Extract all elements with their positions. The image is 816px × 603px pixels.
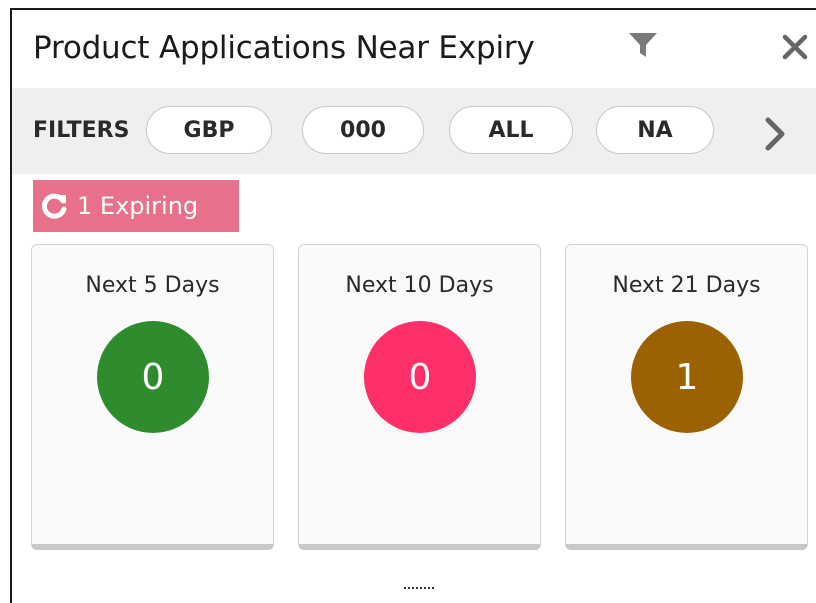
filter-bar: FILTERS GBP 000 ALL NA xyxy=(12,88,816,174)
filter-pill-branch[interactable]: 000 xyxy=(302,106,424,154)
expiry-widget: Product Applications Near Expiry FILTERS… xyxy=(10,8,816,603)
widget-title: Product Applications Near Expiry xyxy=(33,30,535,66)
expiry-card-10-days[interactable]: Next 10 Days 0 xyxy=(298,244,541,550)
filter-pill-all[interactable]: ALL xyxy=(449,106,573,154)
expiry-card-5-days[interactable]: Next 5 Days 0 xyxy=(31,244,274,550)
widget-header: Product Applications Near Expiry xyxy=(12,10,816,88)
expiry-card-21-days[interactable]: Next 21 Days 1 xyxy=(565,244,808,550)
filter-icon[interactable] xyxy=(626,30,660,60)
expiring-count-label: 1 Expiring xyxy=(77,192,199,220)
count-circle[interactable]: 0 xyxy=(364,321,476,433)
filters-label: FILTERS xyxy=(33,118,130,143)
card-label: Next 21 Days xyxy=(612,273,761,298)
more-dots-icon[interactable] xyxy=(402,578,436,589)
count-circle[interactable]: 1 xyxy=(631,321,743,433)
expiring-badge[interactable]: 1 Expiring xyxy=(33,180,239,232)
filter-pill-currency[interactable]: GBP xyxy=(146,106,272,154)
card-label: Next 5 Days xyxy=(85,273,220,298)
refresh-icon xyxy=(41,192,69,220)
card-label: Next 10 Days xyxy=(345,273,494,298)
filter-pill-na[interactable]: NA xyxy=(596,106,714,154)
count-circle[interactable]: 0 xyxy=(97,321,209,433)
close-icon[interactable] xyxy=(780,32,810,62)
chevron-right-icon[interactable] xyxy=(762,116,788,152)
